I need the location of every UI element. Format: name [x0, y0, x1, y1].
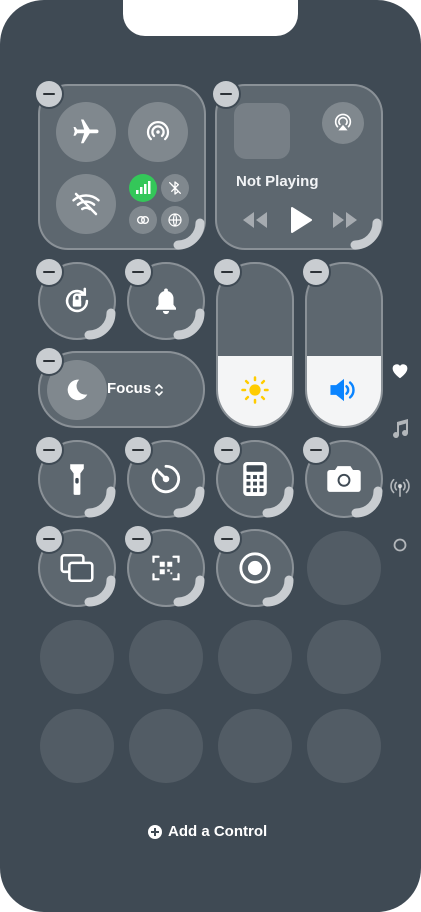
- resize-handle[interactable]: [261, 574, 297, 610]
- play-icon[interactable]: [286, 205, 316, 235]
- empty-slot[interactable]: [307, 709, 381, 783]
- airdrop-icon: [128, 102, 188, 162]
- remove-code-scanner-button[interactable]: [125, 526, 151, 552]
- resize-handle[interactable]: [261, 485, 297, 521]
- resize-handle[interactable]: [83, 485, 119, 521]
- empty-slot[interactable]: [40, 709, 114, 783]
- album-artwork-placeholder: [234, 103, 290, 159]
- remove-flashlight-button[interactable]: [36, 437, 62, 463]
- remove-orientation-lock-button[interactable]: [36, 259, 62, 285]
- resize-handle[interactable]: [172, 307, 208, 343]
- remove-media-button[interactable]: [213, 81, 239, 107]
- cellular-bars-icon: [129, 174, 157, 202]
- heart-icon[interactable]: [388, 358, 412, 382]
- empty-slot[interactable]: [218, 620, 292, 694]
- empty-slot[interactable]: [40, 620, 114, 694]
- resize-handle[interactable]: [172, 217, 208, 253]
- plus-circle-icon: [148, 824, 162, 839]
- control-center-edit-screen: Not Playing Focus Add a Control: [0, 0, 421, 912]
- add-control-label: Add a Control: [168, 823, 268, 840]
- airplay-audio-icon: [322, 102, 364, 144]
- sun-icon: [216, 370, 294, 410]
- remove-calculator-button[interactable]: [214, 437, 240, 463]
- remove-screen-mirroring-button[interactable]: [36, 526, 62, 552]
- rewind-icon[interactable]: [240, 209, 270, 231]
- circle-icon[interactable]: [388, 533, 412, 557]
- remove-camera-button[interactable]: [303, 437, 329, 463]
- remove-brightness-button[interactable]: [214, 259, 240, 285]
- resize-handle[interactable]: [349, 217, 385, 253]
- wifi-off-icon: [56, 174, 116, 234]
- resize-handle[interactable]: [83, 307, 119, 343]
- device-notch: [123, 0, 298, 36]
- airplane-icon: [56, 102, 116, 162]
- empty-slot[interactable]: [307, 620, 381, 694]
- remove-timer-button[interactable]: [125, 437, 151, 463]
- empty-slot[interactable]: [218, 709, 292, 783]
- antenna-icon[interactable]: [388, 475, 412, 499]
- chevron-up-down-icon: [153, 382, 165, 398]
- remove-focus-button[interactable]: [36, 348, 62, 374]
- hotspot-link-icon: [129, 206, 157, 234]
- music-note-icon[interactable]: [388, 417, 412, 441]
- empty-slot[interactable]: [307, 531, 381, 605]
- add-control-button[interactable]: Add a Control: [148, 823, 267, 840]
- focus-label: Focus: [107, 380, 152, 397]
- resize-handle[interactable]: [83, 574, 119, 610]
- speaker-volume-icon: [305, 370, 383, 410]
- remove-volume-button[interactable]: [303, 259, 329, 285]
- resize-handle[interactable]: [350, 485, 386, 521]
- media-status: Not Playing: [236, 173, 319, 190]
- resize-handle[interactable]: [172, 485, 208, 521]
- empty-slot[interactable]: [129, 709, 203, 783]
- resize-handle[interactable]: [172, 574, 208, 610]
- remove-screen-recording-button[interactable]: [214, 526, 240, 552]
- remove-silent-mode-button[interactable]: [125, 259, 151, 285]
- bluetooth-off-icon: [161, 174, 189, 202]
- empty-slot[interactable]: [129, 620, 203, 694]
- remove-connectivity-button[interactable]: [36, 81, 62, 107]
